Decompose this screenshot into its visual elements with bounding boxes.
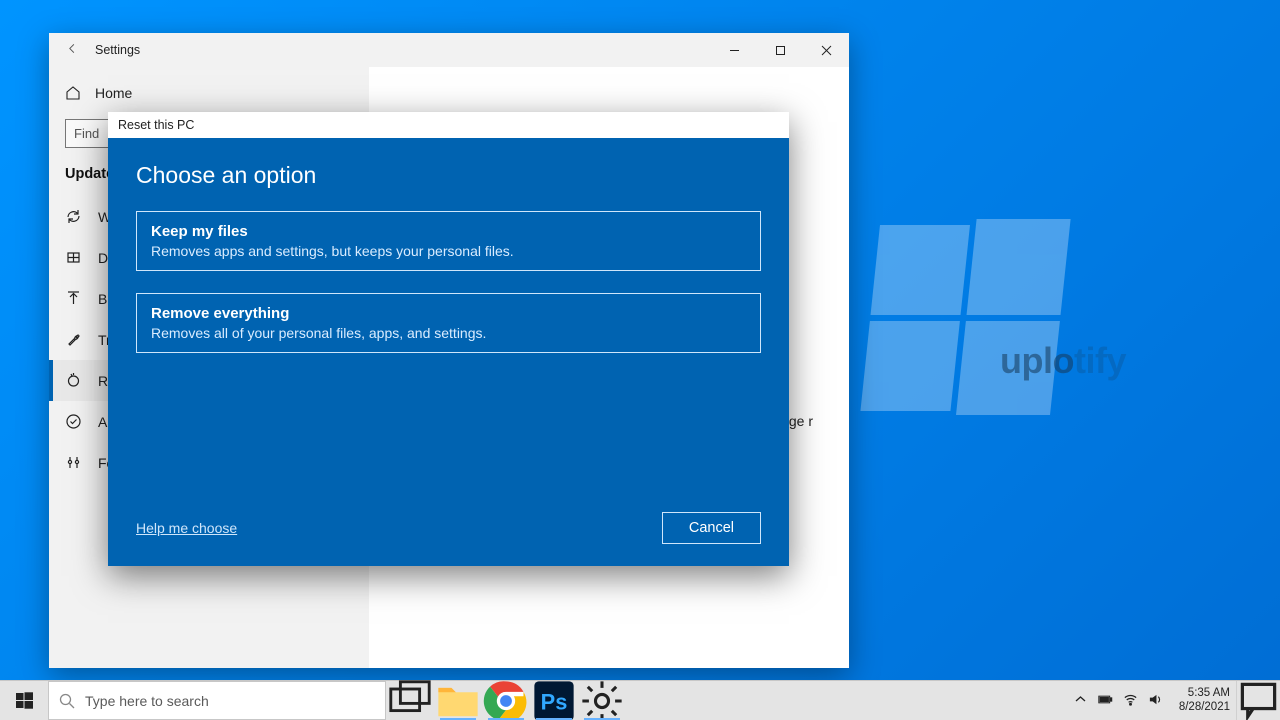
action-center-button[interactable] xyxy=(1236,681,1280,720)
option-remove-everything[interactable]: Remove everything Removes all of your pe… xyxy=(136,293,761,353)
dev-icon xyxy=(65,454,82,471)
wifi-icon[interactable] xyxy=(1123,692,1138,710)
tray-time: 5:35 AM xyxy=(1179,687,1230,700)
taskview-icon xyxy=(386,677,434,720)
desktop-windows-logo xyxy=(860,225,1070,415)
option-keep-my-files[interactable]: Keep my files Removes apps and settings,… xyxy=(136,211,761,271)
sidebar-home[interactable]: Home xyxy=(49,77,369,109)
cancel-button[interactable]: Cancel xyxy=(662,512,761,544)
taskbar-app-chrome[interactable] xyxy=(482,681,530,720)
home-icon xyxy=(65,85,81,101)
chrome-icon xyxy=(482,677,530,720)
maximize-button[interactable] xyxy=(757,33,803,67)
window-title: Settings xyxy=(95,43,140,57)
folder-icon xyxy=(434,677,482,720)
check-icon xyxy=(65,413,82,430)
taskbar-app-settings[interactable] xyxy=(578,681,626,720)
back-button[interactable] xyxy=(49,41,95,59)
taskbar: Type here to search Ps 5:35 AM 8/28/2021 xyxy=(0,680,1280,720)
taskbar-app-explorer[interactable] xyxy=(434,681,482,720)
dialog-title: Reset this PC xyxy=(108,112,789,138)
tray-date: 8/28/2021 xyxy=(1179,701,1230,714)
watermark: uplotify xyxy=(1000,340,1126,382)
gear-icon xyxy=(578,677,626,720)
tray-clock[interactable]: 5:35 AM 8/28/2021 xyxy=(1179,687,1230,713)
taskview-button[interactable] xyxy=(386,681,434,720)
help-me-choose-link[interactable]: Help me choose xyxy=(136,520,237,536)
taskbar-search-placeholder: Type here to search xyxy=(85,693,209,709)
tray-chevron-icon[interactable] xyxy=(1073,692,1088,710)
close-button[interactable] xyxy=(803,33,849,67)
sync-icon xyxy=(65,208,82,225)
svg-text:Ps: Ps xyxy=(541,689,568,714)
option-title: Keep my files xyxy=(151,223,746,240)
volume-icon[interactable] xyxy=(1148,692,1163,710)
dialog-heading: Choose an option xyxy=(136,162,761,189)
notification-icon xyxy=(1237,679,1280,720)
taskbar-spacer xyxy=(626,681,1073,720)
battery-icon[interactable] xyxy=(1098,692,1113,710)
wrench-icon xyxy=(65,331,82,348)
windows-icon xyxy=(16,692,33,709)
taskbar-app-photoshop[interactable]: Ps xyxy=(530,681,578,720)
recovery-icon xyxy=(65,372,82,389)
system-tray: 5:35 AM 8/28/2021 xyxy=(1073,681,1236,720)
photoshop-icon: Ps xyxy=(530,677,578,720)
search-icon xyxy=(59,693,75,709)
option-desc: Removes apps and settings, but keeps you… xyxy=(151,243,746,259)
option-title: Remove everything xyxy=(151,305,746,322)
window-titlebar: Settings xyxy=(49,33,849,67)
start-button[interactable] xyxy=(0,681,48,720)
backup-icon xyxy=(65,290,82,307)
sidebar-home-label: Home xyxy=(95,85,132,101)
reset-pc-dialog: Reset this PC Choose an option Keep my f… xyxy=(108,112,789,566)
minimize-button[interactable] xyxy=(711,33,757,67)
delivery-icon xyxy=(65,249,82,266)
option-desc: Removes all of your personal files, apps… xyxy=(151,325,746,341)
taskbar-search-input[interactable]: Type here to search xyxy=(48,681,386,720)
